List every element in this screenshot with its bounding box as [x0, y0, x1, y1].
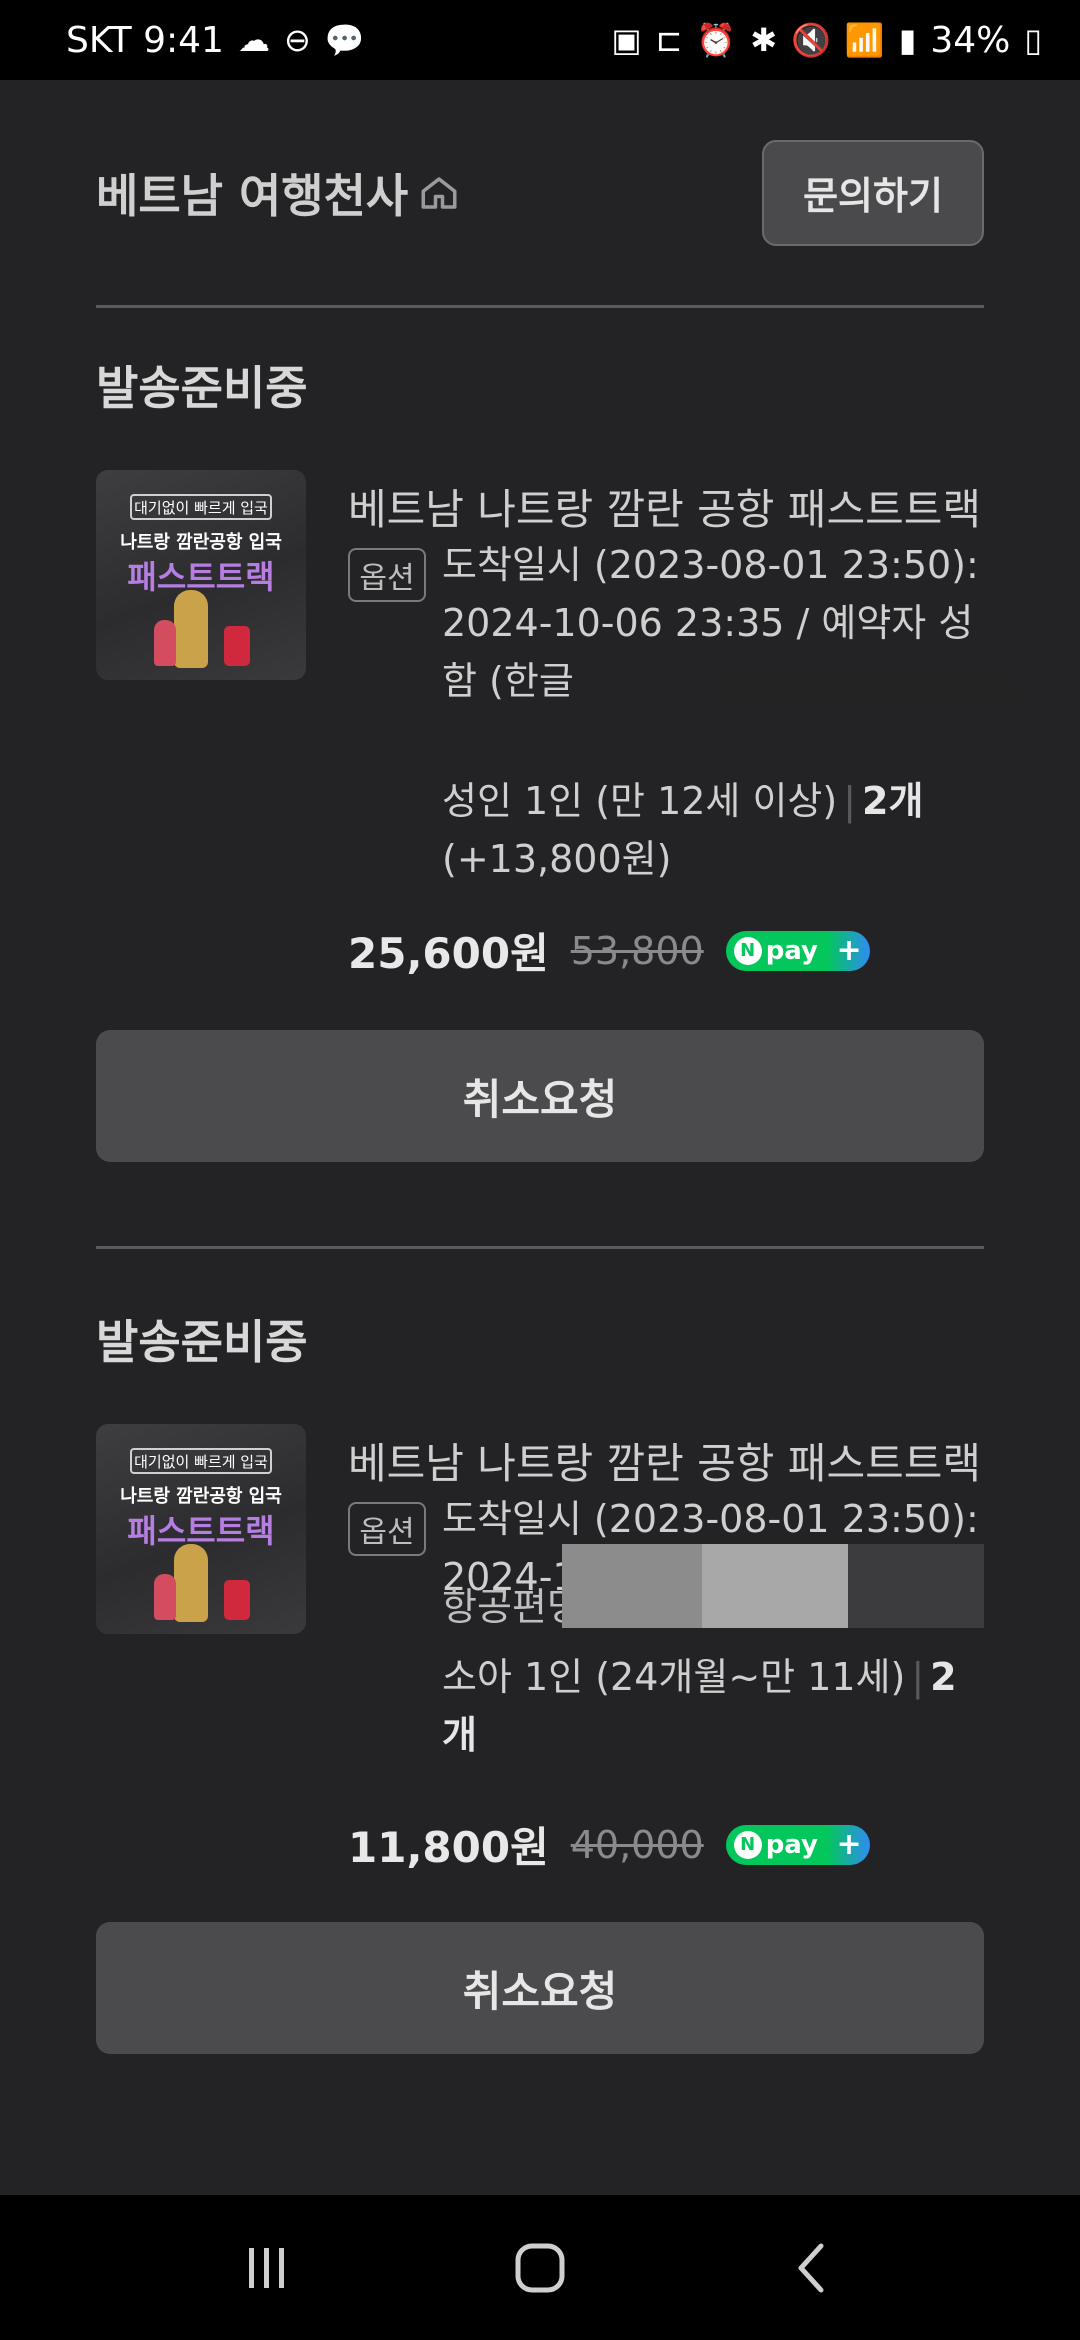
status-bar: SKT 9:41 ☁ ⊖ 💬 ▣ ⊏ ⏰ ✱ 🔇 📶 ▮ 34% ▯: [0, 0, 1080, 80]
npay-label: pay: [765, 935, 818, 966]
price-row: 11,800원 40,000 N pay +: [348, 1814, 870, 1875]
store-home-icon[interactable]: [418, 172, 460, 214]
store-name-text: 베트남 여행천사: [96, 168, 409, 223]
do-not-disturb-icon: ⊖: [283, 21, 311, 59]
signal-icon: ▮: [898, 21, 917, 59]
thumb-line3: 패스트트랙: [127, 1512, 275, 1550]
home-icon[interactable]: [510, 2238, 570, 2298]
npay-badge: N pay +: [725, 1824, 870, 1865]
order-status: 발송준비중: [96, 361, 308, 415]
original-price: 53,800: [570, 928, 704, 973]
npay-badge: N pay +: [725, 930, 870, 971]
traveler-figure: [174, 1544, 208, 1622]
battery-icon: ▯: [1024, 21, 1042, 59]
recent-apps-icon[interactable]: [237, 2238, 297, 2298]
plus-icon: +: [836, 1827, 862, 1862]
extra-price: (+13,800원): [442, 837, 672, 881]
store-title[interactable]: 베트남 여행천사: [96, 160, 460, 226]
back-icon[interactable]: [783, 2238, 843, 2298]
mute-icon: 🔇: [791, 21, 831, 59]
order-list: 베트남 여행천사 문의하기 발송준비중 대기없이 빠르게 입국 나트랑 깜란공항…: [96, 80, 1016, 2054]
inquiry-button[interactable]: 문의하기: [762, 139, 984, 246]
thumb-line3: 패스트트랙: [127, 558, 275, 596]
npay-label: pay: [765, 1829, 818, 1860]
plus-icon: +: [836, 933, 862, 968]
carrier-time: SKT 9:41: [66, 19, 224, 61]
sale-price: 11,800원: [348, 1823, 549, 1872]
bluetooth-icon: ✱: [750, 21, 778, 59]
sleep-icon: ⊏: [655, 21, 683, 59]
product-title[interactable]: 베트남 나트랑 깜란 공항 패스트트랙: [348, 476, 984, 537]
quantity-line: 소아 1인 (24개월~만 11세) | 2개: [442, 1648, 984, 1764]
battery-level: 34%: [930, 19, 1011, 61]
quantity: 2개: [862, 779, 924, 823]
store-header: 베트남 여행천사 문의하기: [96, 80, 984, 308]
suitcase-figure: [224, 626, 250, 666]
child-figure: [154, 620, 176, 666]
sale-price: 25,600원: [348, 929, 549, 978]
quantity-line: 성인 1인 (만 12세 이상) | 2개 (+13,800원): [442, 772, 984, 888]
price-row: 25,600원 53,800 N pay +: [348, 920, 870, 981]
child-figure: [154, 1574, 176, 1620]
product-title[interactable]: 베트남 나트랑 깜란 공항 패스트트랙: [348, 1430, 984, 1491]
original-price: 40,000: [570, 1822, 704, 1867]
product-thumbnail[interactable]: 대기없이 빠르게 입국 나트랑 깜란공항 입국 패스트트랙: [96, 1424, 306, 1634]
thumb-line2: 나트랑 깜란공항 입국: [120, 532, 282, 553]
thumb-line2: 나트랑 깜란공항 입국: [120, 1486, 282, 1507]
blur-overlay: [562, 1544, 984, 1628]
option-badge: 옵션: [348, 548, 426, 602]
order-status: 발송준비중: [96, 1315, 308, 1369]
suitcase-figure: [224, 1580, 250, 1620]
cloud-sync-icon: ☁: [237, 21, 270, 59]
cancel-request-button[interactable]: 취소요청: [96, 1030, 984, 1162]
naver-n-icon: N: [733, 1830, 762, 1859]
alarm-icon: ⏰: [696, 21, 737, 59]
product-thumbnail[interactable]: 대기없이 빠르게 입국 나트랑 깜란공항 입국 패스트트랙: [96, 470, 306, 680]
app-notification-icon: ▣: [611, 21, 642, 59]
separator: |: [911, 1655, 925, 1699]
quantity-desc: 소아 1인 (24개월~만 11세): [442, 1655, 906, 1699]
cancel-request-button[interactable]: 취소요청: [96, 1922, 984, 2054]
thumb-tag: 대기없이 빠르게 입국: [130, 1448, 272, 1474]
divider: [96, 1246, 984, 1249]
option-badge: 옵션: [348, 1502, 426, 1556]
blur-overlay: [716, 680, 1016, 710]
messenger-icon: 💬: [324, 21, 365, 59]
traveler-figure: [174, 590, 208, 668]
separator: |: [843, 779, 857, 823]
thumb-tag: 대기없이 빠르게 입국: [130, 494, 272, 520]
wifi-icon: 📶: [844, 21, 885, 59]
naver-n-icon: N: [733, 936, 762, 965]
system-nav-bar: [0, 2195, 1080, 2340]
quantity-desc: 성인 1인 (만 12세 이상): [442, 779, 838, 823]
